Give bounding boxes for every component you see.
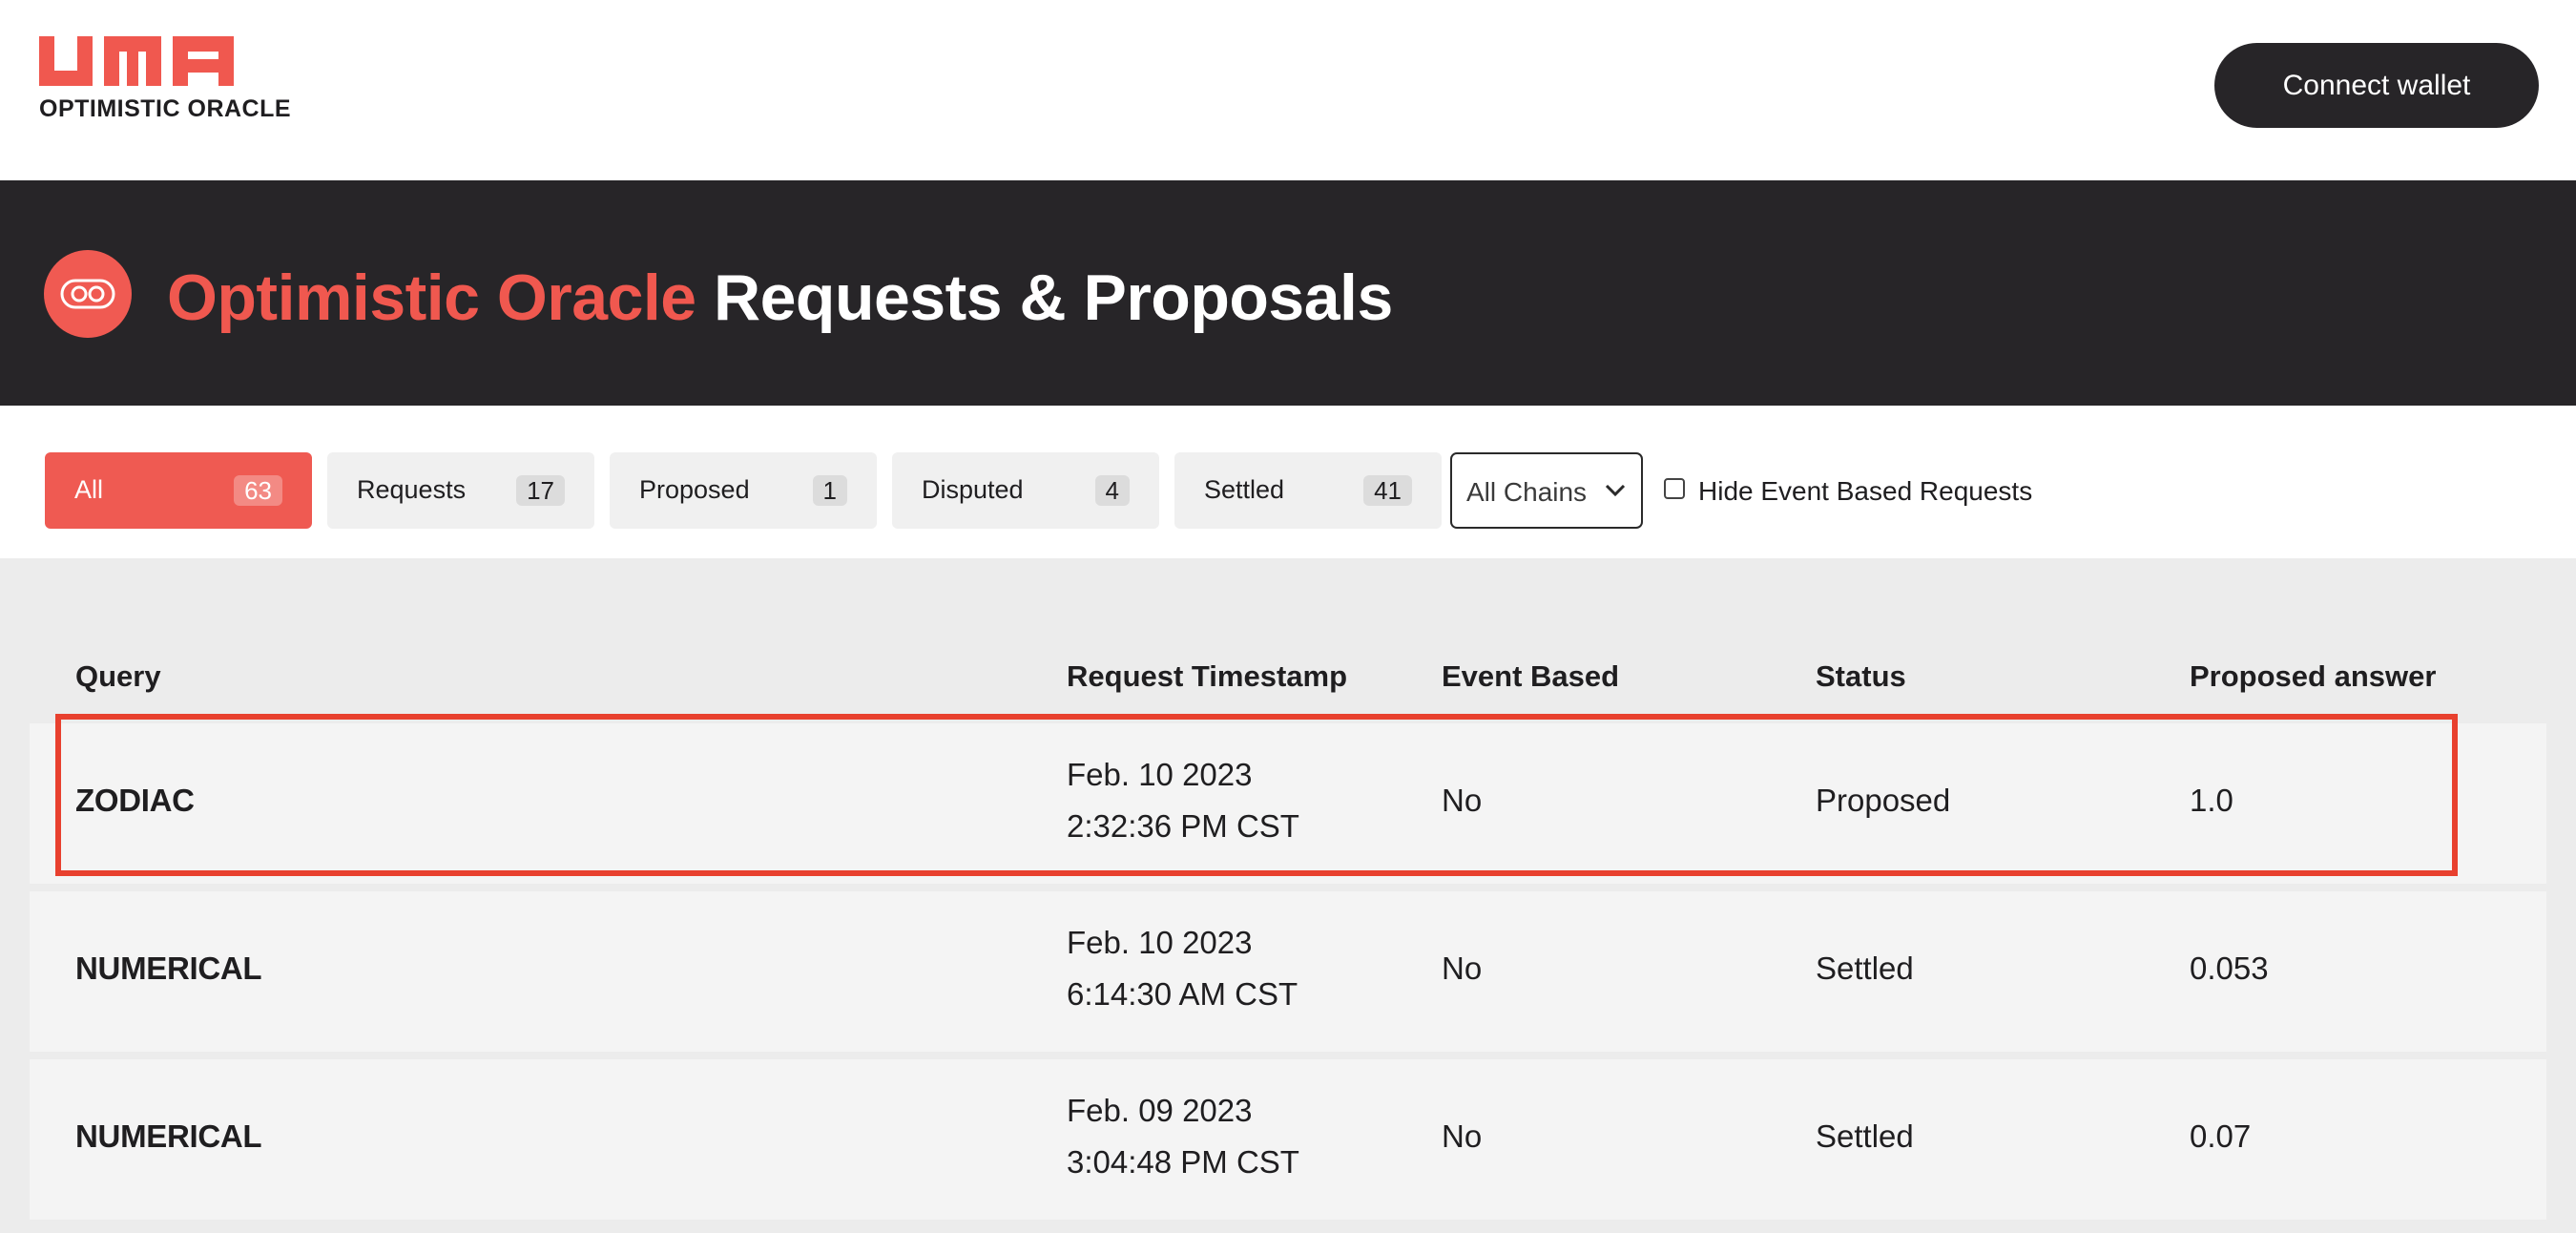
- row-query: NUMERICAL: [75, 1118, 262, 1154]
- filter-tab-count: 1: [812, 475, 847, 506]
- column-header-event-based[interactable]: Event Based: [1442, 659, 1619, 694]
- filter-bar: All 63 Requests 17 Proposed 1 Disputed 4…: [0, 406, 2576, 558]
- uma-logo-icon: [39, 36, 234, 86]
- row-time: 3:04:48 PM CST: [1067, 1144, 1299, 1180]
- row-date: Feb. 09 2023: [1067, 1093, 1253, 1128]
- row-timestamp: Feb. 09 2023 3:04:48 PM CST: [1067, 1085, 1299, 1188]
- table-row[interactable]: ZODIAC Feb. 10 2023 2:32:36 PM CST No Pr…: [30, 723, 2546, 884]
- row-proposed-answer: 1.0: [2190, 783, 2233, 818]
- chain-select[interactable]: All Chains: [1450, 452, 1643, 529]
- row-query: ZODIAC: [75, 783, 195, 818]
- filter-tab-count: 4: [1094, 475, 1130, 506]
- row-time: 6:14:30 AM CST: [1067, 976, 1298, 1012]
- row-status: Settled: [1816, 951, 1914, 986]
- filter-tab-count: 41: [1363, 475, 1412, 506]
- filter-tab-settled[interactable]: Settled 41: [1174, 452, 1442, 529]
- filter-tab-disputed[interactable]: Disputed 4: [892, 452, 1159, 529]
- row-time: 2:32:36 PM CST: [1067, 808, 1299, 844]
- filter-tab-count: 63: [234, 475, 282, 506]
- row-timestamp: Feb. 10 2023 2:32:36 PM CST: [1067, 749, 1299, 852]
- row-proposed-answer: 0.053: [2190, 951, 2269, 986]
- chevron-down-icon: [1605, 484, 1626, 497]
- column-header-status[interactable]: Status: [1816, 659, 1906, 694]
- row-timestamp: Feb. 10 2023 6:14:30 AM CST: [1067, 917, 1298, 1020]
- hide-event-based-checkbox[interactable]: [1664, 478, 1685, 499]
- column-header-timestamp[interactable]: Request Timestamp: [1067, 659, 1347, 694]
- row-date: Feb. 10 2023: [1067, 925, 1253, 960]
- table-row[interactable]: NUMERICAL Feb. 09 2023 3:04:48 PM CST No…: [30, 1059, 2546, 1220]
- filter-tab-label: Proposed: [639, 475, 750, 504]
- requests-table: Query Request Timestamp Event Based Stat…: [0, 558, 2576, 1233]
- logo-subtitle: OPTIMISTIC ORACLE: [39, 95, 292, 122]
- uma-logo[interactable]: [39, 36, 234, 86]
- filter-tab-requests[interactable]: Requests 17: [327, 452, 594, 529]
- chain-select-value: All Chains: [1466, 477, 1588, 507]
- row-query: NUMERICAL: [75, 951, 262, 986]
- page-title-accent: Optimistic Oracle: [167, 261, 696, 334]
- filter-tab-proposed[interactable]: Proposed 1: [610, 452, 877, 529]
- filter-tab-label: Settled: [1204, 475, 1285, 504]
- top-bar: OPTIMISTIC ORACLE Connect wallet: [0, 0, 2576, 180]
- row-event-based: No: [1442, 951, 1483, 986]
- row-date: Feb. 10 2023: [1067, 757, 1253, 792]
- filter-tab-count: 17: [516, 475, 565, 506]
- filter-tab-label: All: [74, 475, 104, 504]
- page-title: Optimistic Oracle Requests & Proposals: [167, 261, 1393, 335]
- row-event-based: No: [1442, 1118, 1483, 1154]
- hide-event-based-label[interactable]: Hide Event Based Requests: [1698, 476, 2032, 507]
- row-status: Proposed: [1816, 783, 1951, 818]
- table-row[interactable]: NUMERICAL Feb. 10 2023 6:14:30 AM CST No…: [30, 891, 2546, 1052]
- connect-wallet-button[interactable]: Connect wallet: [2214, 43, 2539, 128]
- column-header-proposed-answer[interactable]: Proposed answer: [2190, 659, 2436, 694]
- column-header-query[interactable]: Query: [75, 659, 161, 694]
- row-proposed-answer: 0.07: [2190, 1118, 2252, 1154]
- oracle-eyes-icon: [44, 250, 132, 338]
- filter-tab-all[interactable]: All 63: [45, 452, 312, 529]
- row-event-based: No: [1442, 783, 1483, 818]
- row-status: Settled: [1816, 1118, 1914, 1154]
- filter-tab-label: Disputed: [922, 475, 1024, 504]
- filter-tab-label: Requests: [357, 475, 467, 504]
- hero-banner: Optimistic Oracle Requests & Proposals: [0, 180, 2576, 406]
- page-title-main: Requests & Proposals: [714, 261, 1393, 334]
